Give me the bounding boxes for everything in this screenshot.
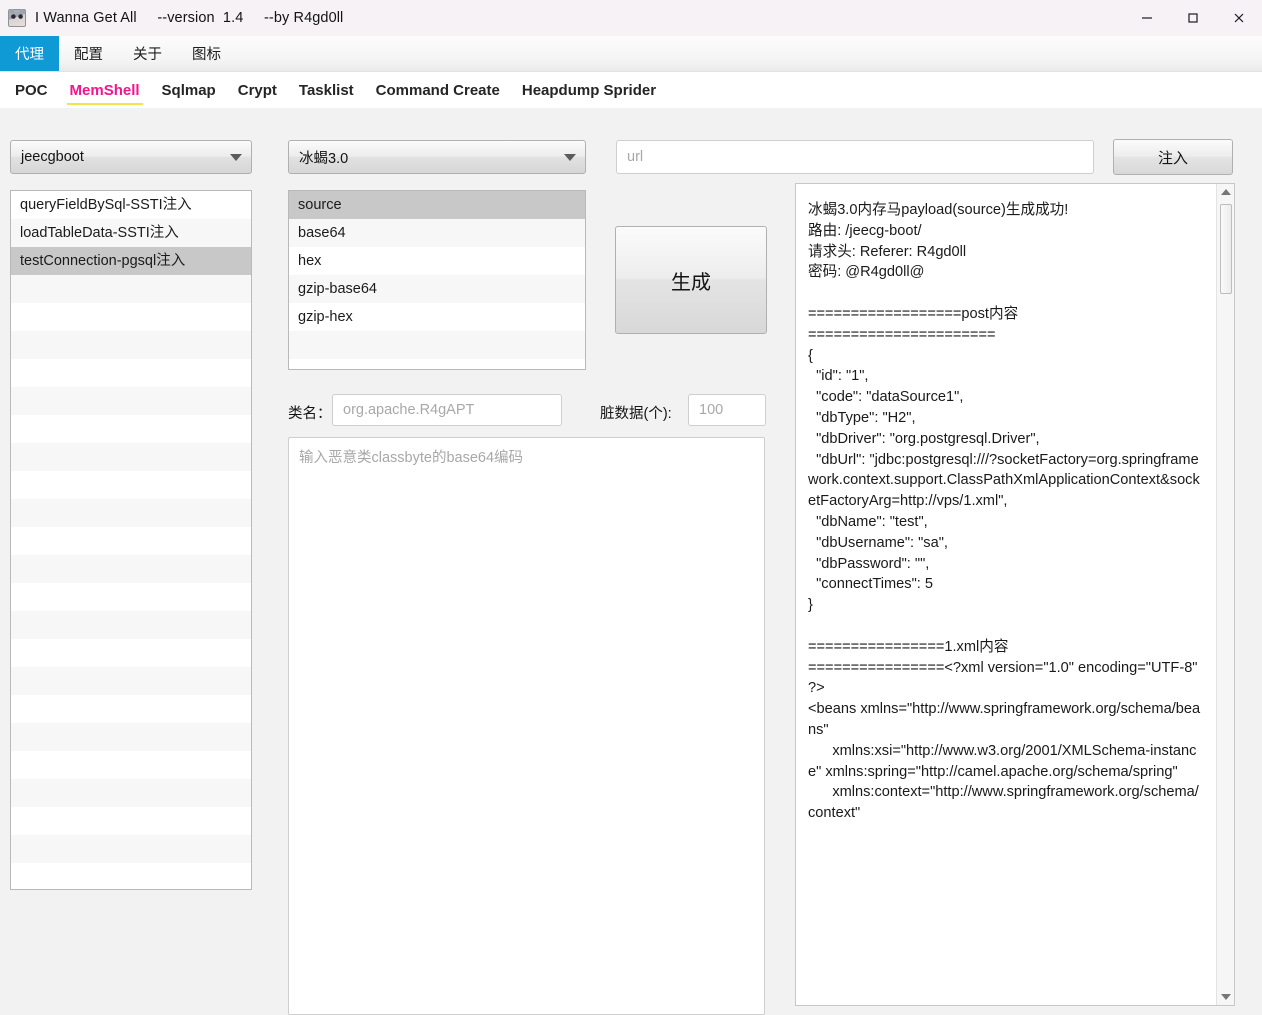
tab-heapdump-sprider[interactable]: Heapdump Sprider	[511, 72, 667, 108]
menu-bar: 代理 配置 关于 图标	[0, 36, 1262, 72]
tab-bar: POC MemShell Sqlmap Crypt Tasklist Comma…	[0, 72, 1262, 108]
scrollbar-track[interactable]	[1217, 200, 1234, 989]
list-item-empty[interactable]	[11, 387, 251, 415]
list-item[interactable]: hex	[289, 247, 585, 275]
list-item-empty[interactable]	[11, 415, 251, 443]
class-name-input[interactable]: org.apache.R4gAPT	[332, 394, 562, 426]
shell-type-combo-value: 冰蝎3.0	[299, 150, 349, 167]
list-item-empty[interactable]	[11, 555, 251, 583]
classbyte-textarea[interactable]: 输入恶意类classbyte的base64编码	[288, 437, 765, 1015]
url-input[interactable]: url	[616, 140, 1094, 174]
target-combo[interactable]: jeecgboot	[10, 140, 252, 174]
list-item[interactable]: gzip-base64	[289, 275, 585, 303]
list-item-empty[interactable]	[11, 443, 251, 471]
list-item[interactable]: loadTableData-SSTI注入	[11, 219, 251, 247]
vuln-list[interactable]: queryFieldBySql-SSTI注入 loadTableData-SST…	[10, 190, 252, 890]
maximize-icon[interactable]	[1170, 0, 1216, 36]
list-item-empty[interactable]	[11, 695, 251, 723]
list-item-empty[interactable]	[11, 779, 251, 807]
tab-poc[interactable]: POC	[4, 72, 59, 108]
generate-button[interactable]: 生成	[615, 226, 767, 334]
workspace: jeecgboot 冰蝎3.0 url 注入 queryFieldBySql-S…	[0, 108, 1262, 1015]
target-combo-value: jeecgboot	[21, 149, 84, 165]
list-item-empty[interactable]	[11, 499, 251, 527]
window-title: I Wanna Get All --version 1.4 --by R4gd0…	[35, 10, 344, 26]
list-item-empty[interactable]	[11, 723, 251, 751]
dirty-data-placeholder: 100	[699, 402, 724, 418]
list-item-empty[interactable]	[11, 863, 251, 889]
list-item-empty[interactable]	[11, 303, 251, 331]
menu-item-about[interactable]: 关于	[118, 36, 177, 71]
minimize-icon[interactable]	[1124, 0, 1170, 36]
output-panel: 冰蝎3.0内存马payload(source)生成成功! 路由: /jeecg-…	[795, 183, 1235, 1006]
tab-memshell[interactable]: MemShell	[59, 72, 151, 108]
classbyte-placeholder: 输入恶意类classbyte的base64编码	[299, 450, 524, 466]
title-bar: I Wanna Get All --version 1.4 --by R4gd0…	[0, 0, 1262, 36]
encoding-list[interactable]: source base64 hex gzip-base64 gzip-hex	[288, 190, 586, 370]
list-item-empty[interactable]	[11, 583, 251, 611]
close-icon[interactable]	[1216, 0, 1262, 36]
chevron-down-icon	[221, 153, 251, 161]
list-item-empty[interactable]	[289, 331, 585, 359]
class-name-label: 类名：	[288, 406, 332, 422]
window-controls	[1124, 0, 1262, 36]
output-text: 冰蝎3.0内存马payload(source)生成成功! 路由: /jeecg-…	[808, 202, 1201, 822]
dirty-data-input[interactable]: 100	[688, 394, 766, 426]
list-item-empty[interactable]	[11, 667, 251, 695]
tab-sqlmap[interactable]: Sqlmap	[151, 72, 227, 108]
app-avatar-icon	[8, 9, 26, 27]
list-item-empty[interactable]	[289, 359, 585, 369]
list-item-empty[interactable]	[11, 275, 251, 303]
list-item[interactable]: testConnection-pgsql注入	[11, 247, 251, 275]
menu-item-proxy[interactable]: 代理	[0, 36, 59, 71]
list-item[interactable]: base64	[289, 219, 585, 247]
list-item-empty[interactable]	[11, 611, 251, 639]
scrollbar-thumb[interactable]	[1220, 204, 1232, 294]
chevron-up-icon[interactable]	[1217, 184, 1235, 200]
output-scrollbar[interactable]	[1216, 184, 1234, 1005]
list-item-empty[interactable]	[11, 331, 251, 359]
list-item-empty[interactable]	[11, 471, 251, 499]
list-item[interactable]: source	[289, 191, 585, 219]
list-item-empty[interactable]	[11, 639, 251, 667]
list-item-empty[interactable]	[11, 751, 251, 779]
list-item-empty[interactable]	[11, 807, 251, 835]
list-item-empty[interactable]	[11, 835, 251, 863]
list-item[interactable]: gzip-hex	[289, 303, 585, 331]
dirty-data-label: 脏数据(个):	[600, 406, 672, 422]
tab-tasklist[interactable]: Tasklist	[288, 72, 365, 108]
list-item-empty[interactable]	[11, 527, 251, 555]
tab-crypt[interactable]: Crypt	[227, 72, 288, 108]
list-item-empty[interactable]	[11, 359, 251, 387]
menu-item-config[interactable]: 配置	[59, 36, 118, 71]
list-item[interactable]: queryFieldBySql-SSTI注入	[11, 191, 251, 219]
shell-type-combo[interactable]: 冰蝎3.0	[288, 140, 586, 174]
tab-command-create[interactable]: Command Create	[365, 72, 511, 108]
chevron-down-icon[interactable]	[1217, 989, 1235, 1005]
inject-button[interactable]: 注入	[1113, 139, 1233, 175]
url-input-placeholder: url	[627, 149, 644, 165]
chevron-down-icon	[555, 153, 585, 161]
class-name-placeholder: org.apache.R4gAPT	[343, 402, 475, 418]
menu-item-icon[interactable]: 图标	[177, 36, 236, 71]
